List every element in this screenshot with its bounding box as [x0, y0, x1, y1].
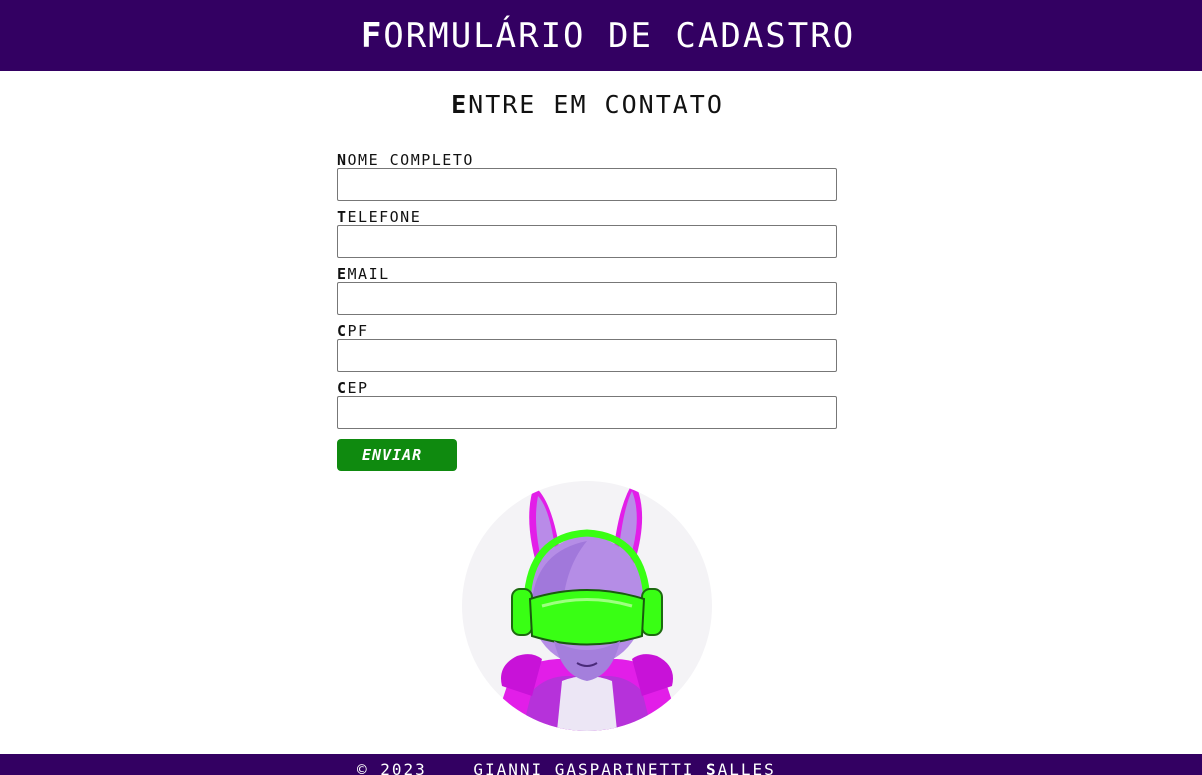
page-footer: © 2023 GIANNI GASPARINETTI SALLES: [0, 754, 1202, 775]
email-input[interactable]: [337, 282, 837, 315]
headphone-left: [511, 588, 533, 636]
cpf-label: CPF: [337, 319, 837, 340]
telefone-input[interactable]: [337, 225, 837, 258]
footer-text-initial: S: [705, 760, 718, 775]
field-nome-completo: NOME COMPLETO: [337, 148, 837, 205]
footer-text-left: © 2023 GIANNI GASPARINETTI: [357, 760, 706, 775]
field-telefone: TELEFONE: [337, 205, 837, 262]
section-subtitle: ENTRE EM CONTATO: [0, 90, 1175, 119]
cpf-input[interactable]: [337, 339, 837, 372]
footer-copyright: © 2023 GIANNI GASPARINETTI SALLES: [357, 760, 776, 775]
headphone-right: [641, 588, 663, 636]
field-cep: CEP: [337, 376, 837, 433]
bunny-avatar-image: [492, 481, 682, 731]
enviar-button[interactable]: ENVIAR: [337, 439, 457, 471]
field-email: EMAIL: [337, 262, 837, 319]
enviar-initial: E: [362, 446, 373, 464]
cep-label: CEP: [337, 376, 837, 397]
label-initial: E: [337, 265, 348, 283]
label-text: ELEFONE: [347, 208, 422, 226]
footer-text-right: ALLES: [717, 760, 776, 775]
contact-form: NOME COMPLETO TELEFONE EMAIL CPF CEP: [337, 148, 837, 433]
label-initial: T: [337, 208, 348, 226]
label-text: MAIL: [347, 265, 390, 283]
label-text: PF: [347, 322, 369, 340]
telefone-label: TELEFONE: [337, 205, 837, 226]
field-cpf: CPF: [337, 319, 837, 376]
label-initial: N: [337, 151, 348, 169]
subtitle-text: NTRE EM CONTATO: [468, 90, 724, 119]
nome-completo-label: NOME COMPLETO: [337, 148, 837, 169]
label-initial: C: [337, 379, 348, 397]
nome-completo-input[interactable]: [337, 168, 837, 201]
page-title-text: ORMULÁRIO DE CADASTRO: [383, 15, 856, 56]
label-initial: C: [337, 322, 348, 340]
page-title-initial: F: [360, 15, 384, 56]
avatar: [462, 481, 712, 731]
subtitle-initial: E: [451, 90, 469, 119]
label-text: EP: [347, 379, 369, 397]
enviar-text: NVIAR: [372, 446, 423, 464]
email-label: EMAIL: [337, 262, 837, 283]
shirt: [557, 676, 617, 731]
label-text: OME COMPLETO: [347, 151, 474, 169]
cep-input[interactable]: [337, 396, 837, 429]
page-title: FORMULÁRIO DE CADASTRO: [347, 16, 855, 56]
page-header: FORMULÁRIO DE CADASTRO: [0, 0, 1202, 71]
